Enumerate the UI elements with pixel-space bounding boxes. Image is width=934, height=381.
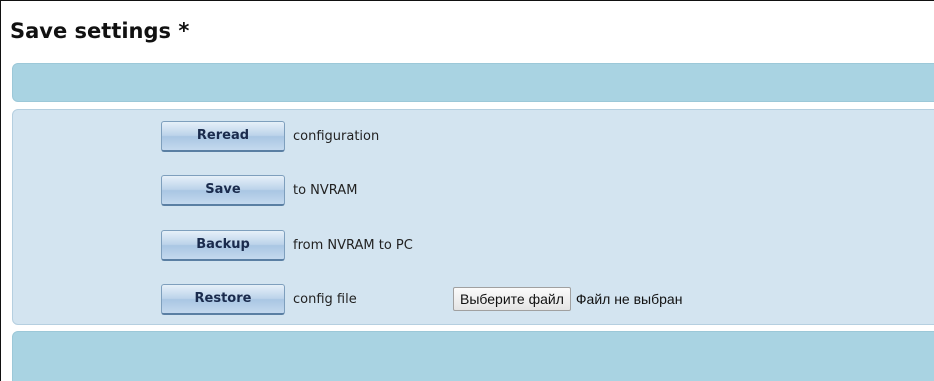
choose-file-button[interactable]: Выберите файл (453, 287, 571, 311)
reread-description: configuration (293, 128, 380, 144)
save-button[interactable]: Save (161, 174, 285, 206)
restore-description: config file (293, 291, 357, 307)
restore-row: Restore config file (161, 283, 357, 315)
reread-row: Reread configuration (161, 120, 379, 152)
backup-row: Backup from NVRAM to PC (161, 229, 413, 261)
header-band (12, 63, 934, 102)
actions-panel: Reread configuration Save to NVRAM Backu… (12, 109, 934, 325)
file-status-text: Файл не выбран (575, 291, 683, 307)
save-description: to NVRAM (293, 182, 358, 198)
backup-description: from NVRAM to PC (293, 237, 413, 253)
restore-button[interactable]: Restore (161, 283, 285, 315)
reread-button[interactable]: Reread (161, 120, 285, 152)
page-title: Save settings * (10, 19, 190, 43)
config-file-input: Выберите файл Файл не выбран (453, 287, 682, 311)
settings-frame: Save settings * Reread configuration Sav… (0, 0, 934, 381)
footer-band (12, 331, 934, 381)
backup-button[interactable]: Backup (161, 229, 285, 261)
save-row: Save to NVRAM (161, 174, 357, 206)
